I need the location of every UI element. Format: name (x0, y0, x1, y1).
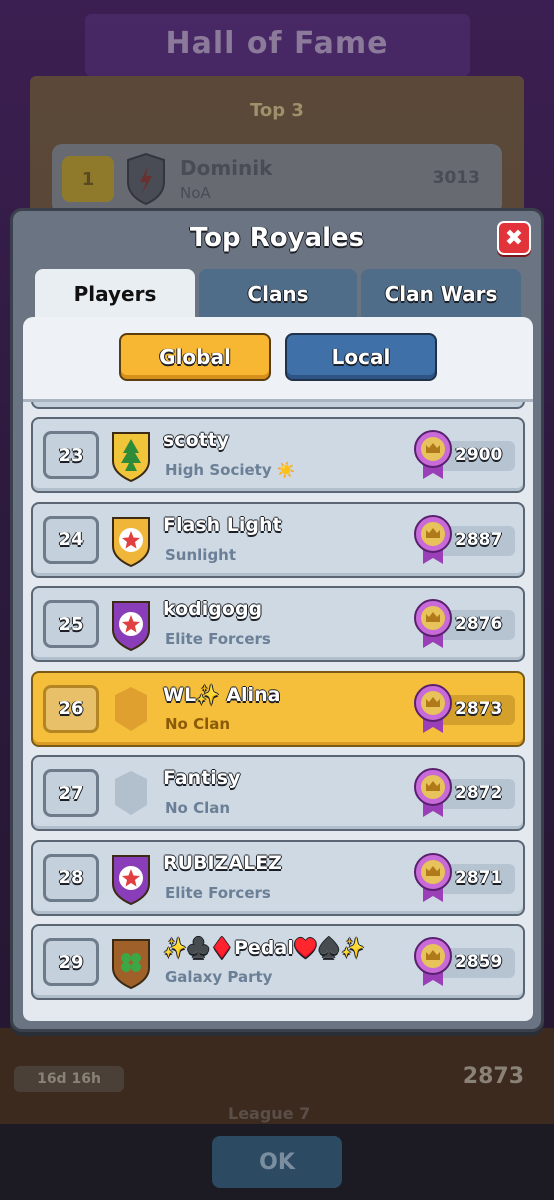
trophy-medal-icon (414, 430, 452, 479)
tab-clan-wars[interactable]: Clan Wars (361, 269, 521, 319)
star-icon (112, 516, 150, 567)
top-player-row: 1 Dominik NoA 3013 (52, 144, 502, 214)
clan-badge (109, 596, 153, 654)
trophy-medal-icon (414, 683, 452, 733)
empty-badge-icon (115, 771, 147, 815)
trophy-count: 2900 (413, 429, 515, 481)
close-button[interactable]: ✖ (497, 221, 531, 255)
trophy-value: 2872 (455, 783, 503, 803)
trophy-count: 2871 (413, 852, 515, 904)
table-row[interactable]: 25 kodigogg Elite Forcers 2876 (31, 586, 525, 662)
player-name: ✨♣️♦️Pedal♥️♠️✨ (163, 937, 365, 959)
tab-clans-label: Clans (247, 282, 309, 306)
top-royales-modal: Top Royales ✖ Players Clans Clan Wars Gl… (10, 208, 544, 1032)
top3-label: Top 3 (250, 100, 304, 121)
clan-badge (109, 850, 153, 908)
player-clan: Elite Forcers (165, 630, 271, 648)
trophy-value: 2873 (455, 698, 503, 719)
shield-icon (127, 152, 165, 206)
season-timer: 16d 16h (14, 1066, 124, 1092)
table-row[interactable]: 27 Fantisy No Clan 2872 (31, 755, 525, 831)
player-name: Fantisy (163, 767, 241, 789)
player-clan: Sunlight (165, 545, 237, 564)
trophy-value: 2887 (455, 529, 503, 550)
top-player-clan: NoA (180, 184, 211, 202)
top-player-rank: 1 (62, 156, 114, 202)
empty-badge-icon (115, 686, 147, 731)
player-name: RUBIZALEZ (163, 851, 282, 874)
clan-badge (109, 765, 153, 823)
table-row[interactable]: 23 scotty High Society ☀️ 2900 (31, 417, 525, 493)
leaderboard-list[interactable]: 23 scotty High Society ☀️ 2900 24 Flash Light… (23, 397, 533, 1021)
tree-icon (112, 432, 150, 483)
trophy-count: 2876 (413, 598, 515, 650)
close-icon: ✖ (504, 225, 524, 251)
global-button[interactable]: Global (119, 333, 271, 381)
region-selector: Global Local (23, 317, 533, 399)
rank-badge: 25 (43, 600, 99, 648)
trophy-value: 2859 (455, 952, 503, 972)
rank-badge: 28 (43, 853, 99, 902)
ok-button[interactable]: OK (212, 1136, 342, 1188)
clan-badge (109, 427, 153, 485)
clover-icon (112, 939, 150, 990)
rank-badge: 27 (43, 769, 99, 817)
table-row[interactable]: 26 WL✨ Alina No Clan 2873 (31, 670, 525, 747)
trophy-count: 2873 (413, 683, 515, 735)
star-icon (112, 854, 150, 905)
trophy-count: 2887 (413, 514, 515, 566)
trophy-medal-icon (414, 599, 452, 648)
rank-badge: 26 (43, 684, 99, 733)
tab-clan-wars-label: Clan Wars (384, 282, 498, 306)
top-player-name: Dominik (180, 156, 273, 180)
tab-players[interactable]: Players (35, 269, 195, 319)
player-clan: High Society ☀️ (165, 461, 296, 479)
trophy-count: 2859 (413, 936, 515, 988)
star-icon (112, 601, 150, 652)
player-clan: Galaxy Party (165, 968, 273, 986)
trophy-medal-icon (414, 852, 452, 902)
player-name: kodigogg (163, 598, 263, 620)
player-clan: Elite Forcers (165, 883, 271, 902)
rank-badge: 29 (43, 938, 99, 986)
player-name: Flash Light (163, 513, 282, 536)
hall-of-fame-title: Hall of Fame (165, 26, 389, 61)
tab-players-label: Players (73, 282, 157, 306)
trophy-count: 2872 (413, 767, 515, 819)
top-player-trophies: 3013 (432, 168, 480, 188)
rank-badge: 23 (43, 431, 99, 479)
trophy-medal-icon (414, 514, 452, 564)
rank-badge: 24 (43, 515, 99, 564)
clan-badge (109, 681, 153, 739)
modal-title: Top Royales (189, 223, 365, 253)
clan-badge (109, 934, 153, 992)
player-name: WL✨ Alina (163, 683, 281, 706)
player-name: scotty (163, 429, 230, 451)
trophy-value: 2871 (455, 867, 503, 888)
player-clan: No Clan (165, 799, 231, 817)
trophy-value: 2900 (455, 445, 503, 465)
clan-badge (109, 512, 153, 570)
trophy-value: 2876 (455, 614, 503, 634)
league-label: League 7 (228, 1104, 311, 1123)
table-row[interactable]: 28 RUBIZALEZ Elite Forcers 2871 (31, 839, 525, 916)
table-row[interactable]: 24 Flash Light Sunlight 2887 (31, 501, 525, 578)
table-row[interactable]: 29 ✨♣️♦️Pedal♥️♠️✨ Galaxy Party 2859 (31, 924, 525, 1000)
player-clan: No Clan (165, 714, 231, 733)
tab-clans[interactable]: Clans (199, 269, 357, 319)
trophy-medal-icon (414, 937, 452, 986)
player-score: 2873 (462, 1064, 524, 1089)
trophy-medal-icon (414, 768, 452, 817)
local-button[interactable]: Local (285, 333, 437, 381)
